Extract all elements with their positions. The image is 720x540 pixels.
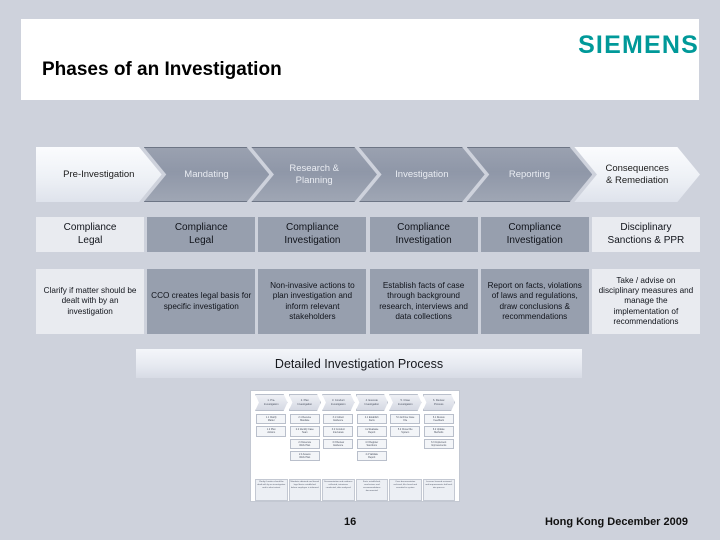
phase-description-cell-text: Report on facts, violations of laws and … [487, 281, 582, 321]
phase-owner-cell-1: Compliance Legal [36, 217, 145, 252]
thumbnail-step-box: 1.1 Clarify Matter [256, 414, 287, 425]
phase-description-cell-1: Clarify if matter should be dealt with b… [36, 269, 145, 334]
phase-chevron-5[interactable]: Reporting [466, 147, 593, 202]
phase-chevron-6[interactable]: Consequences & Remediation [574, 147, 700, 202]
phase-description-cell-3: Non-invasive actions to plan investigati… [258, 269, 367, 334]
phase-owner-cell-text: Compliance Legal [174, 222, 228, 246]
thumbnail-note-5: Case documentation archived, file closed… [389, 479, 422, 501]
thumbnail-chevron-label: 5. Close Investigation [397, 399, 413, 406]
thumbnail-step-box: 4.1 Establish Facts [356, 414, 387, 425]
thumbnail-step-box: 2.2 Identify Case Team [289, 426, 320, 437]
thumbnail-step-box: 3.3 Review Evidence [323, 438, 354, 449]
thumbnail-chevron-2: 2. Plan Investigation [288, 394, 321, 411]
thumbnail-step-box: 2.3 Execute Work Plan [289, 438, 320, 449]
phase-chevron-2[interactable]: Mandating [143, 147, 270, 202]
page-title: Phases of an Investigation [42, 59, 282, 80]
phase-owner-cell-6: Disciplinary Sanctions & PPR [591, 217, 700, 252]
phase-description-cell-6: Take / advise on disciplinary measures a… [591, 269, 700, 334]
phase-chevron-label: Pre-Investigation [63, 168, 135, 180]
thumbnail-chevron-row: 1. Pre- Investigation 2. Plan Investigation… [255, 394, 455, 411]
footer-location-date: Hong Kong December 2009 [544, 516, 688, 528]
thumbnail-column-5: 5.1 Archive Case File 5.2 Close File System [389, 414, 422, 476]
phase-description-cell-text: Clarify if matter should be dealt with b… [43, 286, 137, 316]
thumbnail-step-box: 4.4 Validate Report [356, 450, 387, 461]
slide: Phases of an Investigation SIEMENS Pre-I… [0, 0, 720, 540]
thumbnail-chevron-label: 4. Execute Investigation [364, 399, 380, 406]
phase-chevron-row: Pre-Investigation Mandating Research & Plan… [36, 147, 700, 202]
phase-chevron-4[interactable]: Investigation [359, 147, 485, 202]
thumbnail-note-1: Clarify if matter should be dealt with b… [255, 479, 288, 501]
thumbnail-note-3: Documentation and evidence collected, in… [322, 479, 355, 501]
thumbnail-chevron-4: 4. Execute Investigation [355, 394, 388, 411]
phase-owner-cell-text: Compliance Investigation [506, 222, 563, 246]
phase-chevron-1[interactable]: Pre-Investigation [36, 147, 162, 202]
thumbnail-note-2: Mandate obtained and formal legal basis … [288, 479, 321, 501]
phase-owner-cell-text: Compliance Legal [63, 222, 117, 246]
phase-owner-cell-text: Compliance Investigation [395, 222, 452, 246]
phase-description-cell-text: CCO creates legal basis for specific inv… [151, 291, 252, 311]
phase-owner-cell-5: Compliance Investigation [480, 217, 589, 252]
thumbnail-step-box: 5.1 Archive Case File [390, 414, 421, 425]
thumbnail-chevron-label: 2. Plan Investigation [297, 399, 313, 406]
phase-description-cell-5: Report on facts, violations of laws and … [480, 269, 589, 334]
phase-owner-cell-3: Compliance Investigation [258, 217, 367, 252]
thumbnail-step-box: 1.2 Plan Actions [256, 426, 287, 437]
phase-chevron-label: Mandating [184, 168, 229, 180]
thumbnail-note-4: Facts established, conclusions and recom… [355, 479, 388, 501]
detailed-process-thumbnail[interactable]: 1. Pre- Investigation 2. Plan Investigation… [250, 390, 460, 502]
thumbnail-column-1: 1.1 Clarify Matter 1.2 Plan Actions [255, 414, 288, 476]
thumbnail-step-box: 2.4 Assess Work Plan [289, 450, 320, 461]
thumbnail-chevron-5: 5. Close Investigation [389, 394, 422, 411]
thumbnail-chevron-6: 6. Review Process [422, 394, 455, 411]
phase-description-cell-4: Establish facts of case through backgrou… [369, 269, 478, 334]
thumbnail-chevron-label: 6. Review Process [433, 399, 445, 406]
phase-chevron-label: Investigation [395, 168, 449, 180]
thumbnail-chevron-3: 3. Conduct Investigation [322, 394, 355, 411]
thumbnail-chevron-label: 3. Conduct Investigation [330, 399, 346, 406]
phase-chevron-label: Reporting [508, 168, 551, 180]
phase-owner-cell-text: Disciplinary Sanctions & PPR [607, 222, 685, 246]
phase-description-cell-text: Establish facts of case through backgrou… [379, 281, 468, 321]
thumbnail-column-6: 6.1 Review Feedback 6.2 Update Methods 6.3 I… [423, 414, 456, 476]
thumbnail-chevron-label: 1. Pre- Investigation [263, 399, 279, 406]
phase-owner-cell-2: Compliance Legal [147, 217, 256, 252]
phase-description-cell-2: CCO creates legal basis for specific inv… [147, 269, 256, 334]
page-number: 16 [344, 516, 357, 528]
thumbnail-step-box: 6.2 Update Methods [423, 426, 454, 437]
thumbnail-column-3: 3.1 Collect Evidence 3.2 Conduct Interviews… [322, 414, 355, 476]
phase-owner-cell-text: Compliance Investigation [284, 222, 341, 246]
phase-chevron-3[interactable]: Research & Planning [251, 147, 377, 202]
thumbnail-step-box: 6.1 Review Feedback [423, 414, 454, 425]
detailed-process-label: Detailed Investigation Process [274, 356, 444, 371]
thumbnail-step-box: 2.1 Receive Mandate [289, 414, 320, 425]
thumbnail-step-box: 6.3 Implement Improvements [423, 438, 454, 449]
phase-description-cell-text: Take / advise on disciplinary measures a… [598, 275, 694, 326]
thumbnail-step-box: 5.2 Close File System [390, 426, 421, 437]
siemens-logo: SIEMENS [578, 31, 699, 59]
phase-chevron-label: Consequences & Remediation [605, 163, 669, 186]
thumbnail-note-6: Lessons learned reviewed and improvement… [422, 479, 455, 501]
detailed-process-band: Detailed Investigation Process [136, 349, 582, 378]
thumbnail-step-box: 3.1 Collect Evidence [323, 414, 354, 425]
phase-description-cell-text: Non-invasive actions to plan investigati… [270, 281, 355, 321]
thumbnail-step-box: 3.2 Conduct Interviews [323, 426, 354, 437]
thumbnail-chevron-1: 1. Pre- Investigation [255, 394, 288, 411]
thumbnail-column-2: 2.1 Receive Mandate 2.2 Identify Case Team 2… [289, 414, 322, 476]
thumbnail-column-4: 4.1 Establish Facts 4.2 Evaluate Report 4.3 … [356, 414, 389, 476]
thumbnail-step-box: 4.2 Evaluate Report [356, 426, 387, 437]
thumbnail-step-box: 4.3 Register Sanctions [356, 438, 387, 449]
thumbnail-body: 1.1 Clarify Matter 1.2 Plan Actions 2.1 Rece… [255, 414, 455, 476]
thumbnail-notes-row: Clarify if matter should be dealt with b… [255, 479, 455, 501]
phase-owner-cell-4: Compliance Investigation [369, 217, 478, 252]
phase-chevron-label: Research & Planning [289, 163, 339, 186]
